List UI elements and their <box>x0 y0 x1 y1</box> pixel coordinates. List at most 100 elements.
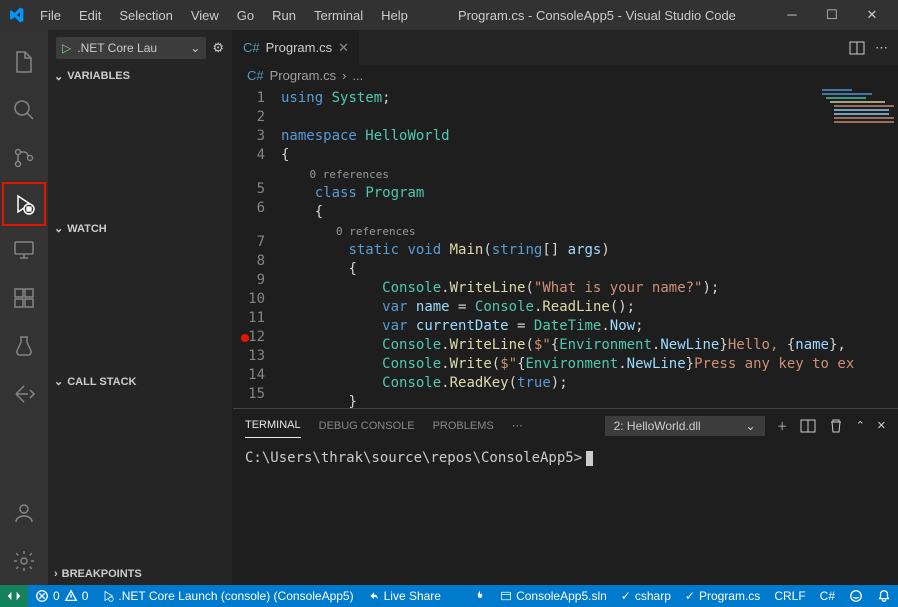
chevron-down-icon: ⌄ <box>54 70 63 83</box>
status-bar: 0 0 .NET Core Launch (console) (ConsoleA… <box>0 585 898 607</box>
menu-go[interactable]: Go <box>229 4 262 27</box>
more-icon[interactable]: ⋯ <box>512 413 523 438</box>
csharp-file-icon: C# <box>243 40 260 55</box>
minimize-button[interactable]: ─ <box>778 7 806 23</box>
source-control-icon[interactable] <box>0 134 48 182</box>
test-icon[interactable] <box>0 322 48 370</box>
line-number <box>233 165 265 180</box>
chevron-down-icon: ⌄ <box>54 222 63 235</box>
new-terminal-icon[interactable]: ＋ <box>777 418 788 434</box>
section-variables[interactable]: ⌄ VARIABLES <box>48 65 232 87</box>
status-file-csharp[interactable]: ✓ Program.cs <box>678 589 767 603</box>
run-debug-highlighted <box>2 182 46 226</box>
status-crlf[interactable]: CRLF <box>767 589 812 603</box>
editor-region: C# Program.cs ✕ ⋯ C# Program.cs › ... 1 … <box>233 30 898 585</box>
menu-view[interactable]: View <box>183 4 227 27</box>
terminal-cursor <box>586 451 593 466</box>
close-button[interactable]: ✕ <box>858 7 886 23</box>
panel-tabs: TERMINAL DEBUG CONSOLE PROBLEMS ⋯ 2: Hel… <box>233 409 898 442</box>
gear-icon[interactable]: ⚙ <box>212 40 224 56</box>
menu-run[interactable]: Run <box>264 4 304 27</box>
breakpoint-icon[interactable] <box>241 334 249 342</box>
extensions-icon[interactable] <box>0 274 48 322</box>
menu-selection[interactable]: Selection <box>111 4 180 27</box>
terminal[interactable]: C:\Users\thrak\source\repos\ConsoleApp5> <box>233 442 898 474</box>
accounts-icon[interactable] <box>0 489 48 537</box>
editor-tabs: C# Program.cs ✕ ⋯ <box>233 30 898 65</box>
debug-sidebar: ▷ .NET Core Lau ⌄ ⚙ ⌄ VARIABLES ⌄ WATCH … <box>48 30 233 585</box>
status-liveshare-label: Live Share <box>384 589 441 603</box>
status-fire-icon[interactable] <box>467 589 493 601</box>
activity-bar <box>0 30 48 585</box>
terminal-select[interactable]: 2: HelloWorld.dll ⌄ <box>605 416 765 436</box>
line-number: 3 <box>233 127 265 146</box>
section-callstack[interactable]: ⌄ CALL STACK <box>48 371 232 393</box>
status-feedback-icon[interactable] <box>842 589 870 603</box>
close-panel-icon[interactable]: ✕ <box>877 419 886 432</box>
gutter[interactable]: 1 2 3 4 5 6 7 8 9 10 11 12 13 14 15 <box>233 87 281 408</box>
close-tab-icon[interactable]: ✕ <box>338 40 349 56</box>
csharp-file-icon: C# <box>247 68 264 83</box>
line-number: 14 <box>233 366 265 385</box>
kill-terminal-icon[interactable] <box>828 418 844 434</box>
status-csharp[interactable]: ✓ csharp <box>614 589 678 603</box>
section-watch-label: WATCH <box>67 223 107 235</box>
status-language[interactable]: C# <box>813 589 842 603</box>
split-terminal-icon[interactable] <box>800 418 816 434</box>
status-liveshare[interactable]: Live Share <box>361 585 448 607</box>
status-launch-label: .NET Core Launch (console) (ConsoleApp5) <box>118 589 353 603</box>
line-number: 15 <box>233 385 265 404</box>
status-errors-count: 0 <box>53 589 60 603</box>
codelens[interactable]: 0 references <box>308 168 389 181</box>
tab-label: Program.cs <box>266 40 332 55</box>
minimap[interactable] <box>818 87 898 187</box>
tab-program-cs[interactable]: C# Program.cs ✕ <box>233 30 360 65</box>
settings-icon[interactable] <box>0 537 48 585</box>
remote-indicator[interactable] <box>0 585 28 607</box>
status-errors[interactable]: 0 0 <box>28 585 95 607</box>
section-breakpoints-label: BREAKPOINTS <box>62 568 142 580</box>
maximize-panel-icon[interactable]: ⌃ <box>856 419 865 432</box>
section-callstack-label: CALL STACK <box>67 376 136 388</box>
line-number: 8 <box>233 252 265 271</box>
tab-problems[interactable]: PROBLEMS <box>433 414 494 438</box>
start-debug-icon[interactable]: ▷ <box>62 41 71 55</box>
section-breakpoints[interactable]: › BREAKPOINTS <box>48 563 232 585</box>
menu-file[interactable]: File <box>32 4 69 27</box>
explorer-icon[interactable] <box>0 38 48 86</box>
status-csharp-label: csharp <box>635 589 671 603</box>
breadcrumb[interactable]: C# Program.cs › ... <box>233 65 898 87</box>
line-number: 10 <box>233 290 265 309</box>
menu-help[interactable]: Help <box>373 4 416 27</box>
status-solution[interactable]: ConsoleApp5.sln <box>493 589 614 603</box>
more-actions-icon[interactable]: ⋯ <box>875 40 888 56</box>
run-debug-icon[interactable] <box>12 192 36 216</box>
tab-debug-console[interactable]: DEBUG CONSOLE <box>319 414 415 438</box>
code-editor[interactable]: 1 2 3 4 5 6 7 8 9 10 11 12 13 14 15 usin… <box>233 87 898 408</box>
search-icon[interactable] <box>0 86 48 134</box>
menu-terminal[interactable]: Terminal <box>306 4 371 27</box>
window-title: Program.cs - ConsoleApp5 - Visual Studio… <box>416 8 778 23</box>
tab-terminal[interactable]: TERMINAL <box>245 413 301 438</box>
breadcrumb-file: Program.cs <box>270 68 336 83</box>
liveshare-icon[interactable] <box>0 370 48 418</box>
maximize-button[interactable]: ☐ <box>818 7 846 23</box>
terminal-select-label: 2: HelloWorld.dll <box>614 419 701 433</box>
terminal-prompt: C:\Users\thrak\source\repos\ConsoleApp5> <box>245 450 582 466</box>
line-number: 9 <box>233 271 265 290</box>
line-number: 6 <box>233 199 265 218</box>
split-editor-icon[interactable] <box>849 40 865 56</box>
codelens[interactable]: 0 references <box>334 225 415 238</box>
line-number: 7 <box>233 233 265 252</box>
status-bell-icon[interactable] <box>870 589 898 603</box>
remote-explorer-icon[interactable] <box>0 226 48 274</box>
section-watch[interactable]: ⌄ WATCH <box>48 218 232 240</box>
status-launch-config[interactable]: .NET Core Launch (console) (ConsoleApp5) <box>95 585 360 607</box>
line-number <box>233 218 265 233</box>
menu-edit[interactable]: Edit <box>71 4 109 27</box>
run-config-dropdown[interactable]: ▷ .NET Core Lau ⌄ <box>56 37 206 59</box>
status-solution-label: ConsoleApp5.sln <box>516 589 607 603</box>
breadcrumb-sep: › <box>342 68 346 83</box>
code-content[interactable]: using System; namespace HelloWorld { 0 r… <box>281 87 854 408</box>
status-warnings-count: 0 <box>82 589 89 603</box>
